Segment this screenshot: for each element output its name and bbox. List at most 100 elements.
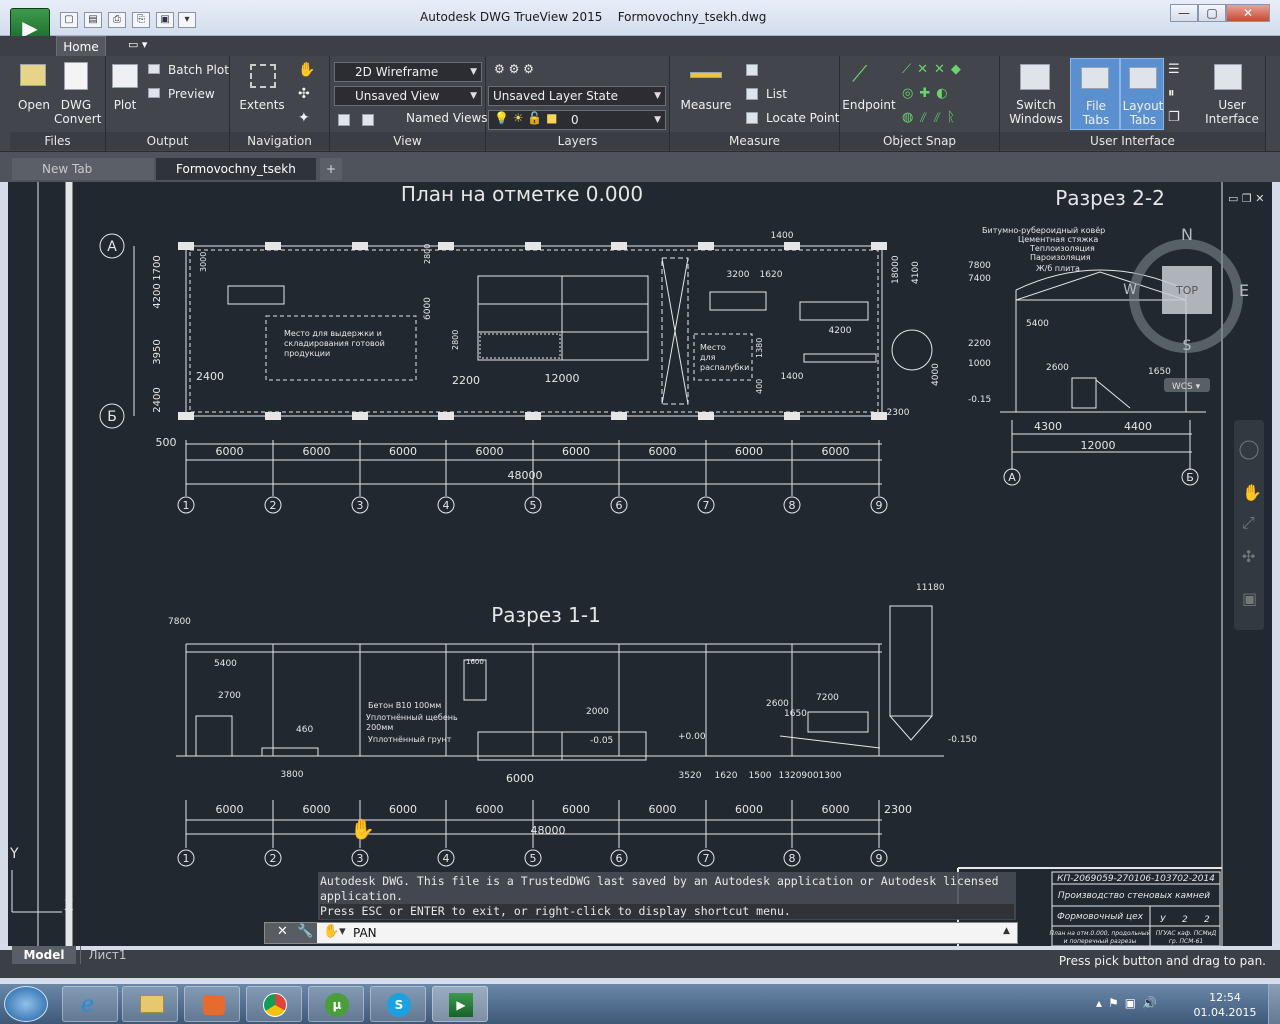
nav-zoom-icon[interactable]: ⤢ [1242,513,1255,532]
convert-label: Convert [54,112,102,126]
user-interface-button[interactable]: User Interface [1200,98,1264,126]
osnap-row2-icon[interactable]: ◎✚◐ [902,86,954,101]
qat-plot-icon[interactable]: ⎙ [108,12,126,28]
ui-cascade-icon[interactable]: ❐ [1168,110,1180,125]
plan-axis-label: 8 [789,499,796,512]
plan-dim-14: 4100 [911,261,921,284]
dwg-convert-button[interactable]: DWG Convert [54,98,102,126]
pan-icon[interactable]: ✋ [298,62,315,78]
viewcube-top[interactable]: TOP [1175,284,1198,297]
plan-axis-label: 2 [270,499,277,512]
extents-icon [250,64,276,88]
panel-navigation: Extents ✋ ✣ ✦ Navigation [230,56,330,152]
command-customize-icon[interactable]: 🔧 [297,924,313,939]
osnap-row3-icon[interactable]: ◍⫽⫽ᚱ [902,110,961,125]
taskbar-ie[interactable]: ℯ [62,986,118,1022]
taskbar-media[interactable] [184,986,240,1022]
measure-button[interactable]: Measure [678,98,734,112]
switch-windows-button[interactable]: Switch Windows [1006,98,1066,126]
clock[interactable]: 12:54 01.04.2015 [1190,990,1260,1020]
measure-icon [690,72,722,78]
viewcube-east[interactable]: E [1239,281,1249,300]
plan-column-top [698,242,714,250]
navigation-bar[interactable]: ✋ ⤢ ✣ ▣ [1234,420,1264,630]
sec11-dim-3: 3520 [679,771,702,781]
tray-icons[interactable]: ▴⚑▣🔊 [1096,996,1163,1010]
layer-tools-icon[interactable]: ⚙ ⚙ ⚙ [494,62,534,76]
extents-button[interactable]: Extents [238,98,286,112]
drawing-canvas[interactable]: План на отметке 0.000 А Б 48000 Место дл… [8,182,1272,946]
taskbar-chrome[interactable] [246,986,302,1022]
qat-preview-icon[interactable]: ▣ [156,12,174,28]
saved-view-combo[interactable]: Unsaved View ▼ [334,86,482,106]
taskbar-skype[interactable]: S [370,986,426,1022]
tab-home[interactable]: Home [56,36,106,56]
viewcube-south[interactable]: S [1183,338,1192,354]
tabs-label: Tabs [1129,113,1157,127]
show-desktop-button[interactable] [1268,984,1280,1024]
steering-wheel-icon[interactable]: ✦ [298,110,310,126]
nav-showmotion-icon[interactable]: ▣ [1242,589,1257,608]
interface-label: Interface [1205,112,1259,126]
plot-button[interactable]: Plot [108,98,142,112]
wcs-menu[interactable]: WCS ▾ [1172,382,1201,392]
sec11-total-dim: 48000 [531,824,566,837]
panel-title-output: Output [106,132,229,150]
ui-columns-icon[interactable]: ⏸ [1168,86,1175,101]
tab-sheet1[interactable]: Лист1 [80,946,134,964]
layout-tabs-button[interactable]: Layout Tabs [1120,58,1164,130]
nav-orbit-icon[interactable]: ✣ [1242,547,1255,566]
open-button[interactable]: Open [14,98,54,112]
qat-open-icon[interactable]: ▢ [60,12,78,28]
qat-dropdown-icon[interactable]: ▾ [178,12,196,28]
endpoint-button[interactable]: Endpoint [840,98,898,112]
viewcube-west[interactable]: W [1123,282,1137,298]
list-button[interactable]: List [766,87,787,101]
qat-batch-plot-icon[interactable]: ⎘ [132,12,150,28]
tab-new[interactable]: New Tab [12,158,154,180]
qat-convert-icon[interactable]: ▤ [84,12,102,28]
clock-date: 01.04.2015 [1193,1006,1257,1019]
command-history-line2: application. [320,889,404,903]
visual-style-combo[interactable]: 2D Wireframe ▼ [334,62,482,82]
view-cube-icon[interactable] [338,114,350,126]
preview-button[interactable]: Preview [168,87,215,101]
taskbar-utorrent[interactable]: µ [308,986,364,1022]
ui-stack-icon[interactable]: ☰ [1168,62,1180,77]
tab-model[interactable]: Model [12,946,76,964]
start-button[interactable] [4,986,48,1022]
id-point-icon[interactable] [746,64,758,76]
plan-note2-line2: для [700,353,716,362]
stamp-code: КП-2069059-270106-103702-2014 [1057,874,1215,884]
osnap-row1-icon[interactable]: ⟋✕✕◆ [902,62,967,77]
taskbar-explorer[interactable] [122,986,178,1022]
preview-icon [148,88,160,98]
layer-state-combo[interactable]: Unsaved Layer State ▼ [488,86,666,106]
file-tabs-button[interactable]: File Tabs [1070,58,1120,130]
command-close-icon[interactable]: ✕ [277,924,288,939]
batch-plot-button[interactable]: Batch Plot [168,63,229,77]
viewport-restore-icon[interactable]: ▭ ❐ ✕ [1228,192,1264,205]
command-history-toggle-icon[interactable]: ▲ [1003,926,1010,936]
stamp-sheets: 2 [1204,915,1210,925]
command-line[interactable]: ✕ 🔧 ✋▾ PAN ▲ [264,922,1018,944]
tab-extra-dropdown[interactable]: ▭ ▾ [128,38,147,51]
layout-tabs-label: Layout Tabs [1121,99,1165,127]
command-input[interactable]: PAN [353,926,377,940]
section-axis-label: 3 [357,852,364,865]
sec22-level-7: 2600 [1046,363,1069,373]
taskbar-dwg-trueview[interactable]: ▶ [432,986,488,1022]
visual-style-value: 2D Wireframe [355,65,439,79]
tab-document[interactable]: Formovochny_tsekh [156,158,316,180]
locate-point-button[interactable]: Locate Point [766,111,839,125]
new-tab-plus-button[interactable]: + [320,158,342,180]
minimize-button[interactable]: — [1170,4,1198,22]
drawing-svg[interactable]: План на отметке 0.000 А Б 48000 Место дл… [8,182,1272,946]
nav-pan-icon[interactable]: ✋ [1242,483,1262,502]
orbit-icon[interactable]: ✣ [298,86,310,102]
named-views-button[interactable]: Named Views [406,111,488,125]
viewcube-north[interactable]: N [1181,225,1193,244]
sec22-level-3: 2200 [968,339,991,349]
maximize-button[interactable]: ▢ [1198,4,1226,22]
close-button[interactable]: ✕ [1226,4,1270,22]
